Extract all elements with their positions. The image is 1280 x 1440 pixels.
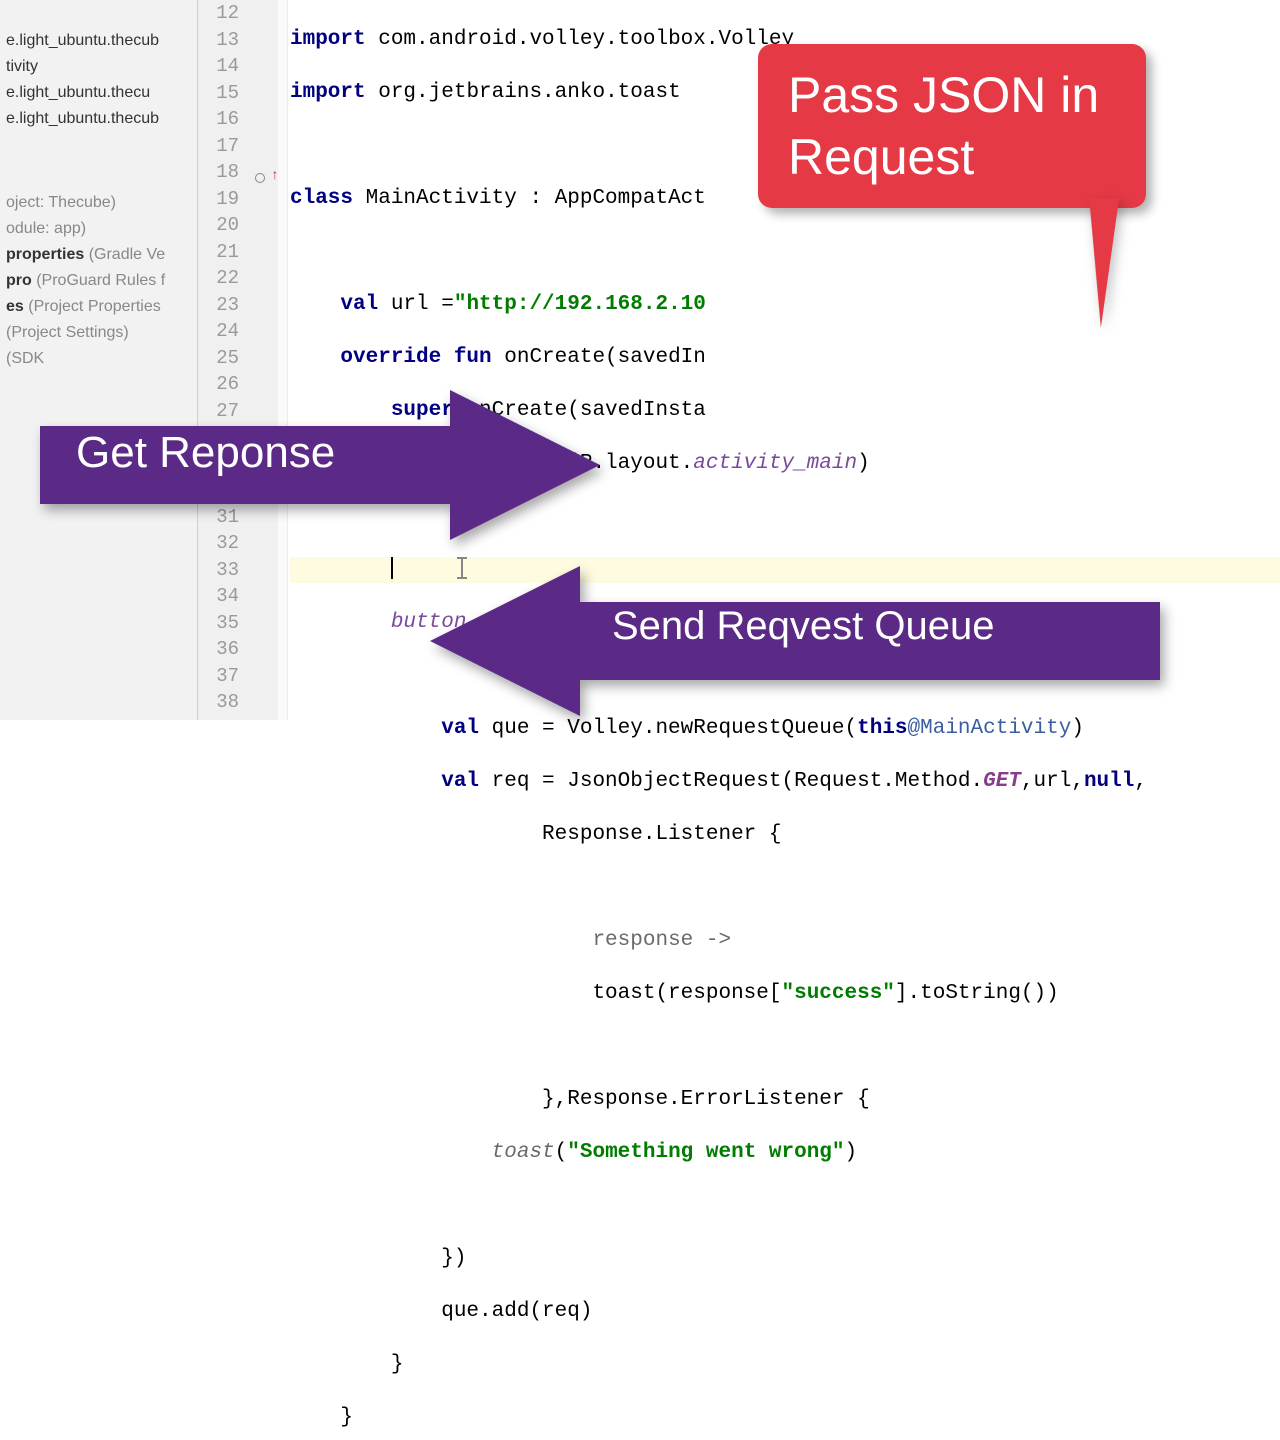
- line-number: 16: [198, 106, 287, 133]
- project-sidebar: e.light_ubuntu.thecub tivity e.light_ubu…: [0, 0, 198, 720]
- line-number: 33: [198, 557, 287, 584]
- line-number-gutter: 12131415161718↑1920212223242526272829303…: [198, 0, 288, 720]
- line-number: 17: [198, 133, 287, 160]
- line-number: 15: [198, 80, 287, 107]
- line-number: 21: [198, 239, 287, 266]
- line-number: 25: [198, 345, 287, 372]
- line-number: 14: [198, 53, 287, 80]
- text-cursor: [391, 557, 393, 579]
- line-number: 12: [198, 0, 287, 27]
- line-number: 36: [198, 636, 287, 663]
- tree-item[interactable]: tivity: [0, 54, 197, 80]
- line-number: 13: [198, 27, 287, 54]
- line-number: 34: [198, 583, 287, 610]
- line-number: 37: [198, 663, 287, 690]
- line-number: 23: [198, 292, 287, 319]
- line-number: 18↑: [198, 159, 287, 186]
- callout-text: Pass JSON in Request: [788, 64, 1116, 189]
- line-number: 35: [198, 610, 287, 637]
- override-gutter-icon[interactable]: [253, 165, 265, 177]
- tree-item[interactable]: e.light_ubuntu.thecub: [0, 106, 197, 132]
- line-number: 38: [198, 689, 287, 716]
- tree-item[interactable]: pro (ProGuard Rules f: [0, 268, 197, 294]
- project-label: oject: Thecube): [0, 190, 197, 216]
- tree-item[interactable]: (Project Settings): [0, 320, 197, 346]
- tree-item[interactable]: (SDK: [0, 346, 197, 372]
- tree-item[interactable]: es (Project Properties: [0, 294, 197, 320]
- tree-item[interactable]: properties (Gradle Ve: [0, 242, 197, 268]
- line-number: 22: [198, 265, 287, 292]
- tree-item[interactable]: e.light_ubuntu.thecu: [0, 80, 197, 106]
- arrow-send-request-queue-text: Send Reqvest Queue: [612, 604, 994, 649]
- line-number: 20: [198, 212, 287, 239]
- tree-item[interactable]: e.light_ubuntu.thecub: [0, 28, 197, 54]
- callout-pass-json: Pass JSON in Request: [758, 44, 1146, 208]
- line-number: 19: [198, 186, 287, 213]
- fold-column: [278, 0, 288, 720]
- line-number: 24: [198, 318, 287, 345]
- module-label: odule: app): [0, 216, 197, 242]
- arrow-get-response-text: Get Reponse: [76, 428, 335, 478]
